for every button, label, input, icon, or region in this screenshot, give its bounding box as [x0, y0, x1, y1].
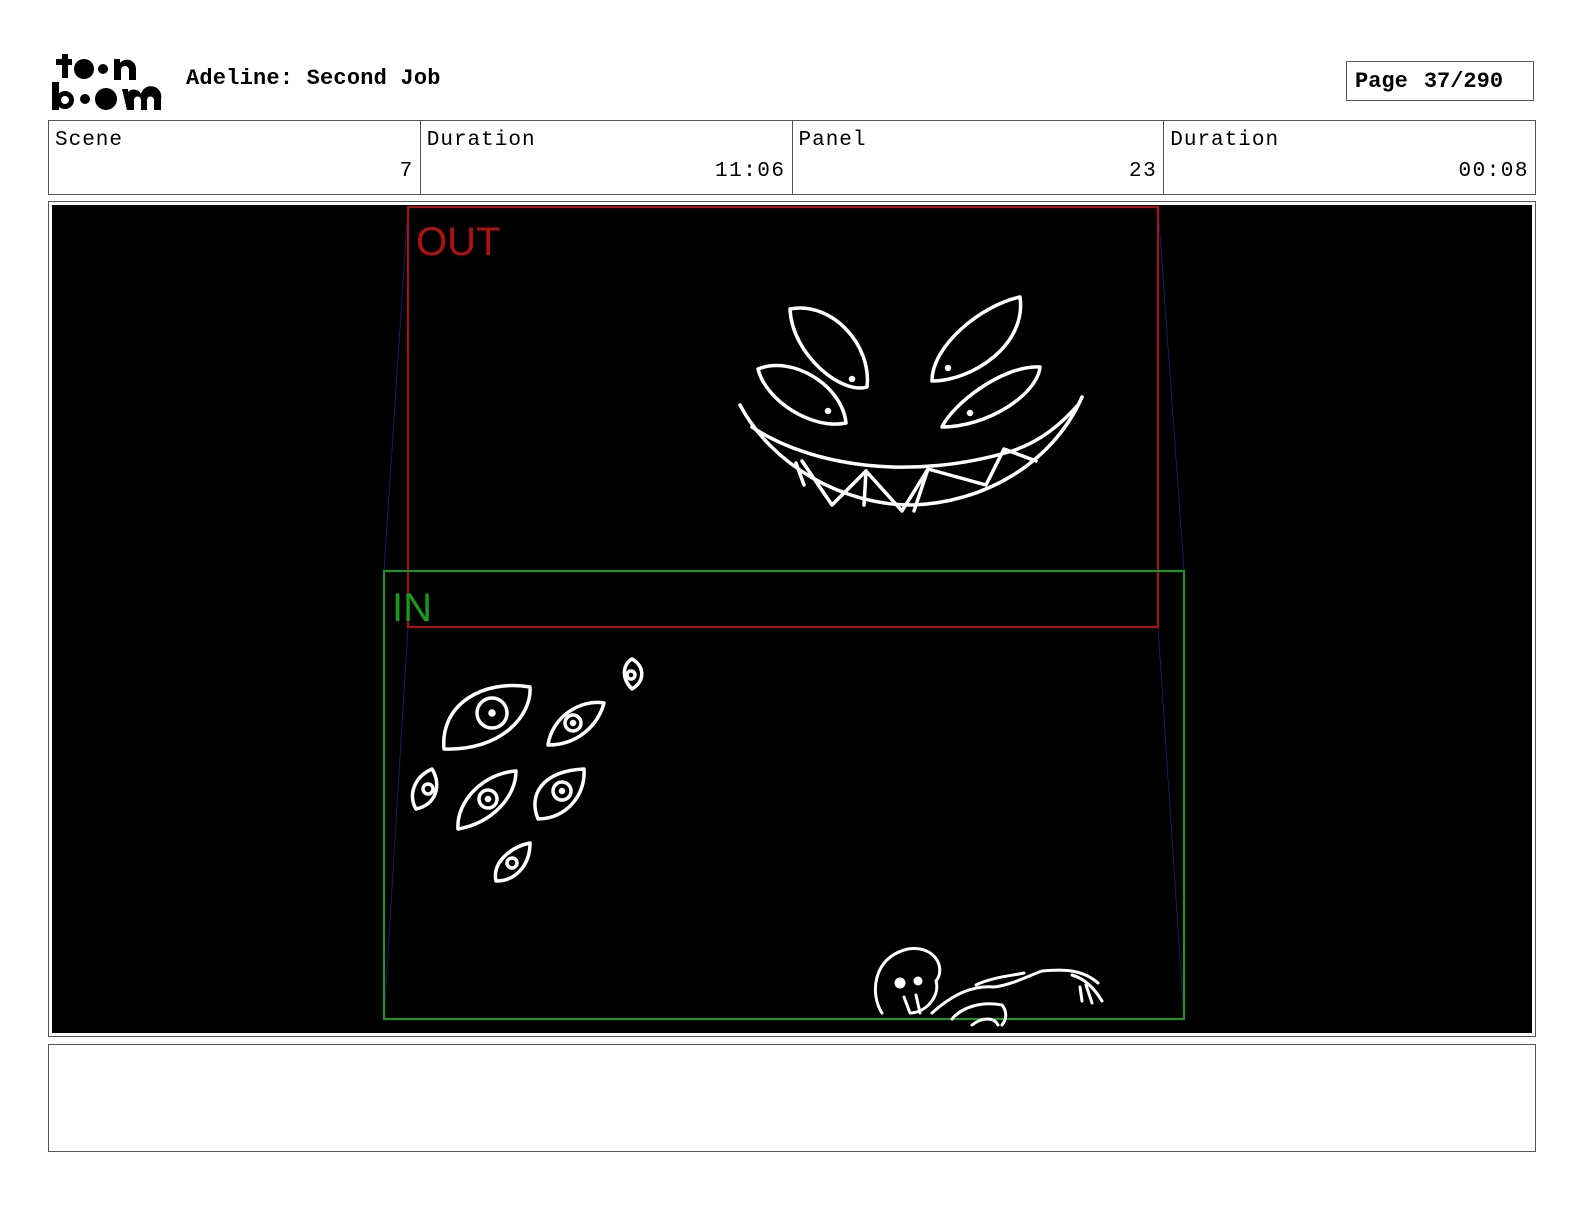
panel-drawing: OUT IN: [383, 206, 1185, 1027]
monster-grin-drawing: [738, 295, 1084, 513]
scene-label: Scene: [55, 129, 124, 152]
panel-cell: Panel 23: [793, 121, 1165, 194]
camera-guide-lines: [383, 206, 1185, 1020]
scene-duration-value: 11:06: [714, 160, 786, 183]
scene-cell: Scene 7: [49, 121, 421, 194]
scene-duration-label: Duration: [426, 129, 536, 152]
panel-label: Panel: [798, 129, 867, 152]
in-frame: [383, 570, 1185, 1020]
panel-duration-label: Duration: [1170, 129, 1280, 152]
panel-value: 23: [1129, 160, 1158, 183]
scene-duration-cell: Duration 11:06: [421, 121, 793, 194]
document-title: Adeline: Second Job: [186, 66, 441, 91]
storyboard-panel-image: OUT IN: [52, 205, 1532, 1033]
toonboom-logo: [52, 54, 162, 110]
page-indicator: Page 37/290: [1346, 61, 1534, 101]
scene-value: 7: [399, 160, 414, 183]
panel-duration-value: 00:08: [1458, 160, 1529, 183]
page-label: Page: [1355, 68, 1408, 94]
eye-cluster-drawing: [410, 657, 644, 883]
info-table: Scene 7 Duration 11:06 Panel 23 Duration…: [48, 120, 1536, 195]
page-number: 37/290: [1423, 68, 1504, 94]
in-frame-label: IN: [392, 586, 432, 630]
out-frame-label: OUT: [416, 220, 500, 264]
skeleton-drawing: [874, 947, 1104, 1027]
panel-notes-box: [48, 1044, 1536, 1152]
out-frame: [407, 206, 1159, 628]
panel-duration-cell: Duration 00:08: [1164, 121, 1535, 194]
